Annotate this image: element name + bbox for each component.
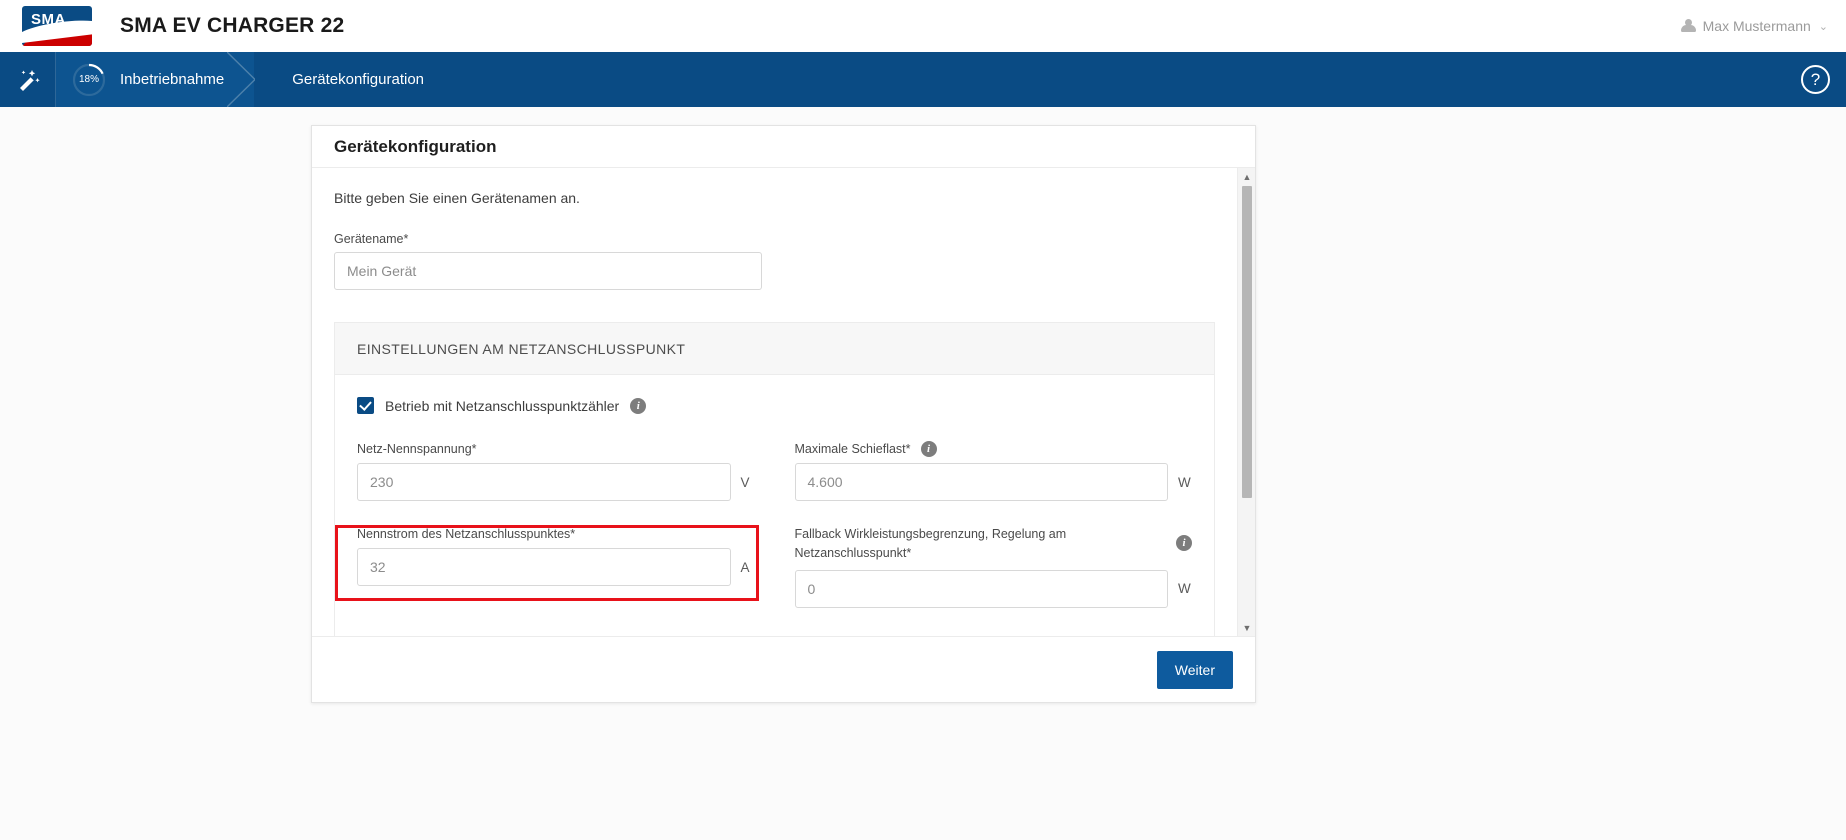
checkbox-row-netzanschlusspunktzaehler[interactable]: Betrieb mit Netzanschlusspunktzähler i: [357, 397, 1192, 414]
scrollbar-thumb[interactable]: [1242, 186, 1252, 498]
nennstrom-input[interactable]: 32: [357, 548, 731, 586]
field-nennstrom-netzanschlusspunkt: Nennstrom des Netzanschlusspunktes* 32 A: [357, 525, 755, 586]
logo-text: SMA: [31, 11, 66, 28]
netz-nennspannung-value: 230: [370, 474, 394, 490]
intro-text: Bitte geben Sie einen Gerätenamen an.: [334, 190, 580, 206]
fields-column-left: Netz-Nennspannung* 230 V Nennstrom des N…: [357, 440, 755, 632]
schieflast-value: 4.600: [807, 474, 843, 490]
app-title: SMA EV CHARGER 22: [120, 14, 345, 37]
device-name-label: Gerätename*: [334, 232, 409, 246]
breadcrumb-nav: 18% Inbetriebnahme Gerätekonfiguration ?: [0, 52, 1846, 107]
sma-logo: SMA: [22, 6, 92, 46]
checkbox-netzanschlusspunktzaehler[interactable]: [357, 397, 374, 414]
card-body: Bitte geben Sie einen Gerätenamen an. Ge…: [312, 168, 1255, 636]
breadcrumb-label-geraetekonfiguration: Gerätekonfiguration: [292, 71, 424, 88]
breadcrumb-chevron-separator: [227, 52, 256, 107]
info-icon[interactable]: i: [630, 397, 647, 414]
magic-wand-icon[interactable]: [0, 52, 56, 107]
configuration-card: Gerätekonfiguration Bitte geben Sie eine…: [311, 125, 1256, 703]
fallback-unit: W: [1178, 581, 1191, 597]
breadcrumb-step-inbetriebnahme[interactable]: 18% Inbetriebnahme: [56, 52, 256, 107]
field-netz-nennspannung: Netz-Nennspannung* 230 V: [357, 440, 755, 501]
schieflast-unit: W: [1178, 474, 1191, 490]
nennstrom-value: 32: [370, 559, 386, 575]
netz-nennspannung-unit: V: [740, 474, 750, 490]
next-button[interactable]: Weiter: [1156, 650, 1233, 689]
page-title: Gerätekonfiguration: [334, 136, 497, 156]
device-name-input[interactable]: Mein Gerät: [334, 252, 762, 290]
checkbox-label: Betrieb mit Netzanschlusspunktzähler: [385, 397, 620, 414]
fallback-input[interactable]: 0: [794, 569, 1168, 608]
fallback-value: 0: [807, 580, 816, 597]
info-icon[interactable]: i: [920, 440, 937, 457]
field-maximale-schieflast: Maximale Schieflast* i 4.600 W: [794, 440, 1193, 501]
vertical-scrollbar[interactable]: ▲ ▼: [1237, 168, 1255, 636]
schieflast-label: Maximale Schieflast*: [794, 441, 911, 456]
field-fallback-wirkleistungsbegrenzung: Fallback Wirkleistungsbegrenzung, Regelu…: [794, 525, 1192, 608]
app-root: SMA SMA EV CHARGER 22 Max Mustermann ⌄ 1…: [0, 0, 1846, 840]
top-header: SMA SMA EV CHARGER 22 Max Mustermann ⌄: [0, 0, 1846, 52]
fallback-label: Fallback Wirkleistungsbegrenzung, Regelu…: [794, 527, 1067, 561]
info-icon[interactable]: i: [1176, 535, 1192, 551]
scroll-up-arrow-icon[interactable]: ▲: [1238, 168, 1255, 185]
section-heading: EINSTELLUNGEN AM NETZANSCHLUSSPUNKT: [335, 323, 1214, 375]
section-body: Betrieb mit Netzanschlusspunktzähler i N…: [335, 375, 1214, 636]
card-header: Gerätekonfiguration: [312, 126, 1255, 168]
nennstrom-label: Nennstrom des Netzanschlusspunktes*: [357, 526, 576, 541]
user-avatar-icon: [1680, 18, 1696, 34]
fields-grid: Netz-Nennspannung* 230 V Nennstrom des N…: [357, 440, 1192, 632]
scroll-content: Bitte geben Sie einen Gerätenamen an. Ge…: [312, 168, 1237, 636]
grid-connection-section: EINSTELLUNGEN AM NETZANSCHLUSSPUNKT Betr…: [334, 322, 1215, 636]
netz-nennspannung-label: Netz-Nennspannung*: [357, 441, 477, 456]
user-name-label: Max Mustermann: [1702, 18, 1811, 34]
breadcrumb-label-inbetriebnahme: Inbetriebnahme: [120, 71, 225, 88]
scroll-down-arrow-icon[interactable]: ▼: [1238, 619, 1255, 636]
chevron-down-icon: ⌄: [1818, 20, 1828, 33]
user-menu[interactable]: Max Mustermann ⌄: [1680, 0, 1828, 52]
help-icon[interactable]: ?: [1801, 65, 1830, 94]
fields-column-right: Maximale Schieflast* i 4.600 W Fallback …: [794, 440, 1193, 632]
progress-percent-label: 18%: [78, 74, 99, 85]
device-name-value: Mein Gerät: [347, 263, 417, 279]
netz-nennspannung-input[interactable]: 230: [357, 463, 731, 501]
breadcrumb-step-geraetekonfiguration[interactable]: Gerätekonfiguration: [254, 52, 424, 107]
progress-ring: 18%: [72, 63, 106, 97]
card-footer: Weiter: [312, 636, 1255, 702]
schieflast-input[interactable]: 4.600: [794, 463, 1168, 501]
nennstrom-unit: A: [740, 559, 750, 575]
field-device-name: Gerätename* Mein Gerät: [334, 232, 1215, 290]
